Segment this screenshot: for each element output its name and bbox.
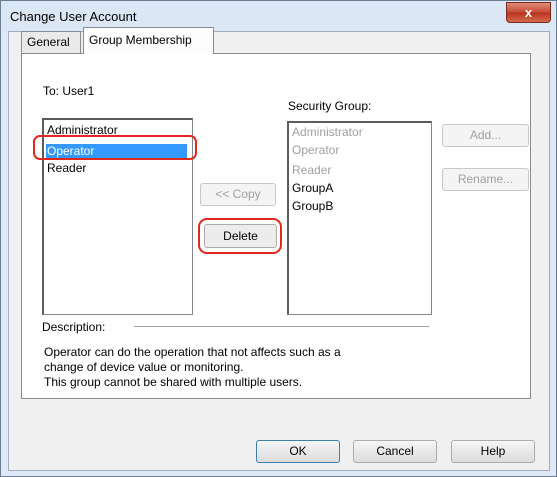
description-text: Operator can do the operation that not a…	[44, 345, 424, 390]
highlight-ring-operator	[33, 135, 197, 160]
description-line: Operator can do the operation that not a…	[44, 345, 341, 359]
list-item[interactable]: Administrator	[291, 125, 363, 139]
list-item[interactable]: GroupA	[291, 181, 333, 195]
to-user-label: To: User1	[43, 84, 95, 98]
list-item[interactable]: Reader	[291, 163, 331, 177]
highlight-ring-delete	[198, 218, 282, 254]
window-title: Change User Account	[10, 9, 137, 24]
description-line: change of device value or monitoring.	[44, 360, 244, 374]
rename-button[interactable]: Rename...	[442, 168, 529, 191]
help-button[interactable]: Help	[451, 440, 535, 463]
cancel-button[interactable]: Cancel	[353, 440, 437, 463]
close-button[interactable]: x	[506, 2, 551, 23]
close-icon: x	[524, 5, 533, 20]
list-item[interactable]: Operator	[291, 143, 339, 157]
dialog-window: Change User Account x General Group Memb…	[0, 0, 557, 477]
description-line: This group cannot be shared with multipl…	[44, 375, 303, 389]
list-item[interactable]: GroupB	[291, 199, 333, 213]
tab-general[interactable]: General	[21, 31, 81, 53]
description-label: Description:	[42, 320, 106, 334]
list-item[interactable]: Reader	[46, 161, 86, 175]
add-button[interactable]: Add...	[442, 124, 529, 147]
security-group-listbox[interactable]: Administrator Operator Reader GroupA Gro…	[287, 121, 432, 315]
security-group-label: Security Group:	[288, 99, 372, 113]
ok-button[interactable]: OK	[256, 440, 340, 463]
tab-group-membership[interactable]: Group Membership	[83, 27, 214, 54]
copy-button[interactable]: << Copy	[200, 183, 276, 206]
description-divider	[134, 326, 429, 327]
